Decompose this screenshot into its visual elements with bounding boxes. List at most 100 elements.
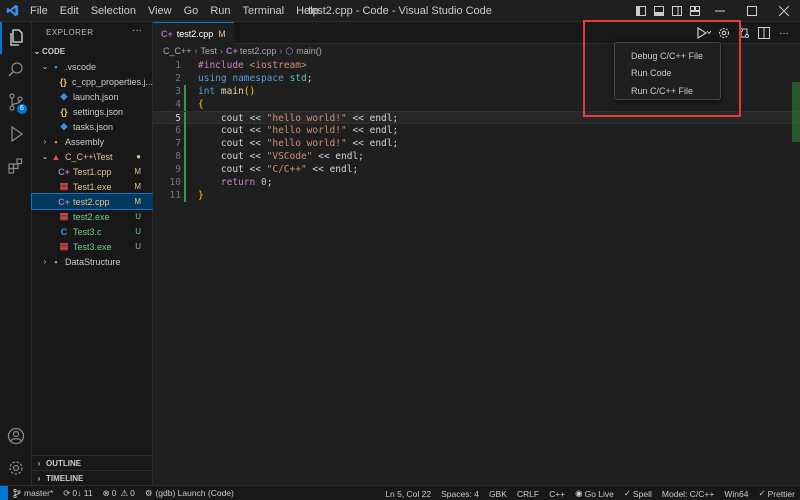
git-added-marker [184, 98, 186, 111]
spell-status[interactable]: ✓ Spell [619, 486, 657, 500]
account-icon[interactable] [0, 420, 32, 452]
split-editor-icon[interactable] [756, 25, 772, 41]
go-live-status[interactable]: ◉ Go Live [570, 486, 619, 500]
status-right: Ln 5, Col 22 Spaces: 4 GBK CRLF C++ ◉ Go… [380, 486, 800, 500]
menu-help[interactable]: Help [290, 0, 325, 22]
tree-item[interactable]: › ▪ DataStructure [32, 254, 153, 269]
git-added-marker [184, 137, 186, 150]
tree-item[interactable]: C Test3.c U [32, 224, 153, 239]
branch-status[interactable]: master* [8, 486, 58, 500]
sync-icon: ⟳ [63, 487, 71, 498]
tree-item[interactable]: C+ test2.cpp M [31, 193, 154, 210]
scm-badge: 6 [17, 104, 27, 114]
timeline-section[interactable]: › TIMELINE [32, 470, 153, 485]
more-actions-icon[interactable]: ··· [132, 25, 142, 36]
gear-icon[interactable] [716, 25, 732, 41]
git-status-badge: U [135, 227, 141, 236]
code-text: cout << "VSCode" << endl; [198, 151, 364, 162]
sync-status[interactable]: ⟳ 0↓ 11 [58, 486, 97, 500]
menu-go[interactable]: Go [178, 0, 205, 22]
tab-test2-cpp[interactable]: C+ test2.cpp M [153, 22, 234, 44]
minimize-icon[interactable] [706, 0, 734, 22]
explorer-icon[interactable] [0, 22, 32, 54]
tab-label: test2.cpp [176, 28, 214, 39]
chevron-right-icon: › [220, 46, 224, 56]
source-control-icon[interactable]: 6 [0, 86, 32, 118]
tree-item[interactable]: ⌄ ▲ C_C++\Test ● [32, 149, 153, 164]
code-line[interactable]: 9 cout << "C/C++" << endl; [153, 163, 800, 176]
more-actions-icon[interactable]: ··· [776, 25, 792, 41]
code-line[interactable]: 7 cout << "hello world!" << endl; [153, 137, 800, 150]
chevron-right-icon: › [37, 458, 41, 468]
code-line[interactable]: 8 cout << "VSCode" << endl; [153, 150, 800, 163]
workspace-root[interactable]: ⌄ CODE [32, 44, 153, 59]
breadcrumb-subfolder[interactable]: Test [201, 46, 218, 56]
search-icon[interactable] [0, 54, 32, 86]
prettier-status[interactable]: ✓ Prettier [753, 486, 800, 500]
cursor-position[interactable]: Ln 5, Col 22 [380, 486, 436, 500]
settings-gear-icon[interactable] [0, 452, 32, 484]
menu-item-run-cpp[interactable]: Run C/C++ File [615, 82, 720, 100]
cpp-folder-icon: ▲ [51, 151, 61, 162]
tree-item[interactable]: ◆ tasks.json [32, 119, 153, 134]
tree-item-label: Test1.exe [73, 181, 112, 192]
code-line[interactable]: 11} [153, 189, 800, 202]
chevron-right-icon: › [37, 473, 41, 483]
menu-view[interactable]: View [142, 0, 178, 22]
tree-item[interactable]: {} settings.json [32, 104, 153, 119]
errors-count: 0 [111, 488, 117, 498]
git-branch-icon [13, 488, 21, 498]
menu-item-run-code[interactable]: Run Code [615, 65, 720, 83]
problems-status[interactable]: ⊗ 0 ⚠ 0 [98, 486, 140, 500]
end-of-line[interactable]: CRLF [512, 486, 544, 500]
menu-file[interactable]: File [24, 0, 54, 22]
menu-terminal[interactable]: Terminal [237, 0, 291, 22]
encoding[interactable]: GBK [484, 486, 512, 500]
menu-item-debug-cpp[interactable]: Debug C/C++ File [615, 47, 720, 65]
menu-selection[interactable]: Selection [85, 0, 142, 22]
tree-item[interactable]: ▤ Test1.exe M [32, 179, 153, 194]
extensions-icon[interactable] [0, 150, 32, 182]
run-dropdown-menu: Debug C/C++ File Run Code Run C/C++ File [614, 42, 721, 100]
code-text: using namespace std; [198, 73, 313, 84]
tree-item[interactable]: › ▪ Assembly [32, 134, 153, 149]
compare-changes-icon[interactable] [736, 25, 752, 41]
code-line[interactable]: 5 cout << "hello world!" << endl; [153, 111, 800, 125]
close-icon[interactable] [770, 0, 798, 22]
code-line[interactable]: 10 return 0; [153, 176, 800, 189]
tree-item[interactable]: ▤ test2.exe U [32, 209, 153, 224]
tree-item[interactable]: C+ Test1.cpp M [32, 164, 153, 179]
json-icon: {} [59, 76, 67, 87]
breadcrumb-file[interactable]: test2.cpp [240, 46, 277, 56]
tree-item[interactable]: ▤ Test3.exe U [32, 239, 153, 254]
indentation[interactable]: Spaces: 4 [436, 486, 484, 500]
toggle-primary-sidebar-icon[interactable] [634, 0, 648, 22]
git-status-badge: M [134, 197, 141, 206]
model-status[interactable]: Model: C/C++ [657, 486, 719, 500]
overview-ruler[interactable] [792, 82, 800, 142]
maximize-icon[interactable] [738, 0, 766, 22]
run-button-icon[interactable] [696, 25, 712, 41]
code-text: cout << "hello world!" << endl; [198, 125, 399, 136]
run-debug-icon[interactable] [0, 118, 32, 150]
toggle-secondary-sidebar-icon[interactable] [670, 0, 684, 22]
platform-status[interactable]: Win64 [719, 486, 753, 500]
outline-label: OUTLINE [46, 458, 82, 468]
code-line[interactable]: 6 cout << "hello world!" << endl; [153, 124, 800, 137]
menu-edit[interactable]: Edit [54, 0, 85, 22]
launch-config-status[interactable]: ⚙ (gdb) Launch (Code) [140, 486, 239, 500]
language-mode[interactable]: C++ [544, 486, 570, 500]
tree-item-label: test2.cpp [73, 196, 110, 207]
menu-run[interactable]: Run [204, 0, 236, 22]
outline-section[interactable]: › OUTLINE [32, 455, 153, 470]
remote-indicator[interactable] [0, 485, 8, 500]
toggle-panel-icon[interactable] [652, 0, 666, 22]
git-added-marker [184, 85, 186, 98]
vscode-file-icon: ◆ [60, 121, 68, 131]
breadcrumb-symbol[interactable]: main() [296, 46, 322, 56]
customize-layout-icon[interactable] [688, 0, 702, 22]
tree-item[interactable]: {} c_cpp_properties.j... [32, 74, 153, 89]
breadcrumb-folder[interactable]: C_C++ [163, 46, 192, 56]
tree-item[interactable]: ⌄ ▪ .vscode [32, 59, 153, 74]
tree-item[interactable]: ◆ launch.json [32, 89, 153, 104]
